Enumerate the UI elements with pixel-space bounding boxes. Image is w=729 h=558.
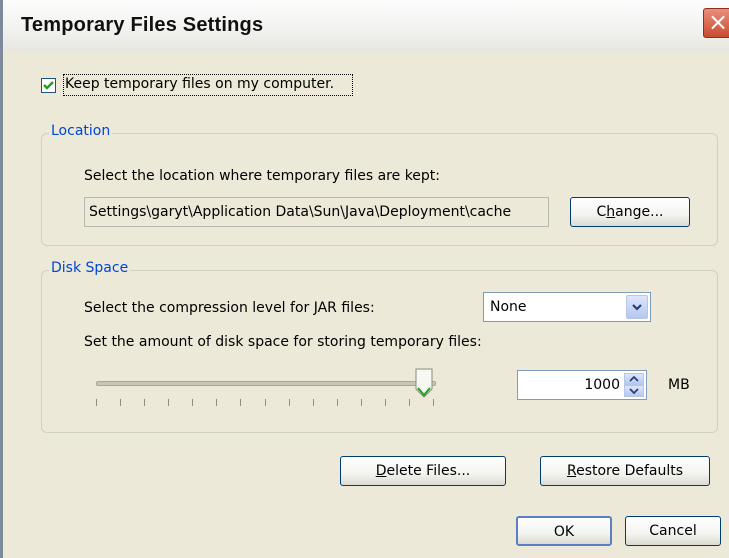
- chevron-down-icon[interactable]: [626, 295, 648, 319]
- slider-tick: [144, 399, 145, 406]
- change-button[interactable]: Change...: [570, 197, 690, 227]
- close-icon[interactable]: ×: [703, 8, 729, 38]
- cache-path-field[interactable]: Settings\garyt\Application Data\Sun\Java…: [84, 197, 549, 227]
- slider-tick: [433, 399, 434, 406]
- dialog-title: Temporary Files Settings: [21, 14, 264, 36]
- title-bar[interactable]: Temporary Files Settings ×: [3, 0, 729, 53]
- restore-defaults-button[interactable]: Restore Defaults: [540, 456, 710, 486]
- dialog-window: Temporary Files Settings × Keep temporar…: [0, 0, 729, 558]
- slider-tick: [289, 399, 290, 406]
- location-group: [41, 133, 718, 246]
- slider-tick: [216, 399, 217, 406]
- slider-tick: [120, 399, 121, 406]
- slider-tick: [168, 399, 169, 406]
- keep-files-checkbox[interactable]: [41, 78, 56, 93]
- keep-files-label[interactable]: Keep temporary files on my computer.: [65, 76, 334, 92]
- slider-tick: [361, 399, 362, 406]
- spin-down-icon[interactable]: [624, 385, 644, 397]
- location-legend: Location: [49, 123, 113, 139]
- disk-space-slider-track[interactable]: [96, 381, 436, 386]
- cancel-button[interactable]: Cancel: [625, 516, 721, 546]
- slider-tick: [313, 399, 314, 406]
- disk-space-value: 1000: [584, 377, 620, 393]
- slider-tick: [96, 399, 97, 406]
- disk-space-legend: Disk Space: [49, 260, 131, 276]
- spin-up-icon[interactable]: [624, 373, 644, 385]
- ok-button[interactable]: OK: [516, 516, 612, 546]
- compression-value: None: [490, 299, 527, 315]
- slider-tick: [337, 399, 338, 406]
- location-description: Select the location where temporary file…: [84, 168, 441, 184]
- slider-tick: [240, 399, 241, 406]
- disk-space-spinner[interactable]: 1000: [517, 370, 647, 400]
- unit-label: MB: [668, 377, 690, 393]
- slider-tick: [265, 399, 266, 406]
- slider-tick: [385, 399, 386, 406]
- delete-files-button[interactable]: Delete Files...: [340, 456, 506, 486]
- disk-space-slider-thumb[interactable]: [414, 368, 434, 398]
- compression-label: Select the compression level for JAR fil…: [84, 300, 375, 316]
- slider-tick: [409, 399, 410, 406]
- slider-tick: [192, 399, 193, 406]
- compression-select[interactable]: None: [483, 292, 651, 322]
- slider-ticks: [96, 399, 434, 407]
- checkmark-icon: [43, 81, 54, 90]
- disk-amount-label: Set the amount of disk space for storing…: [84, 334, 482, 350]
